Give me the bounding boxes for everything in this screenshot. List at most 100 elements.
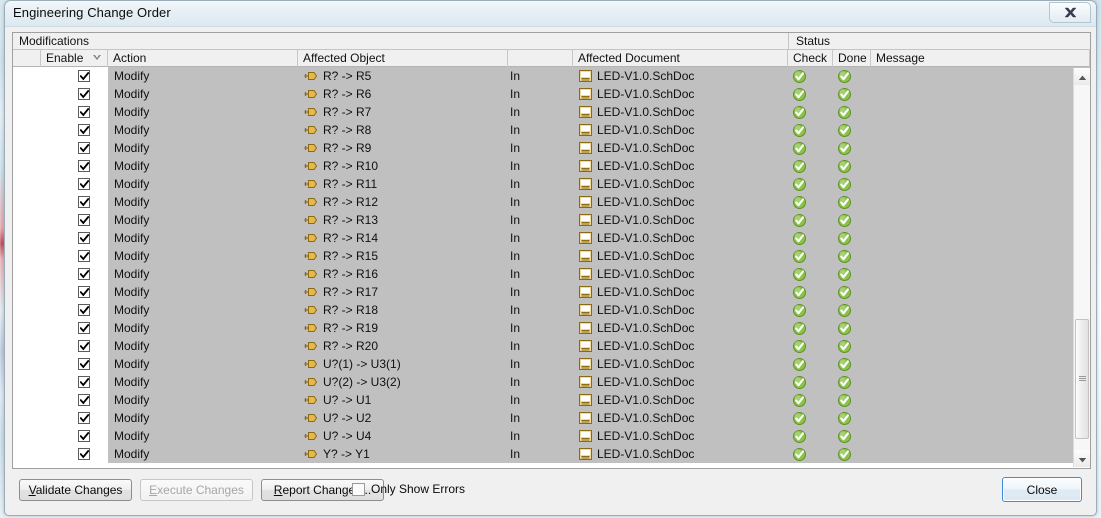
row-enable-cell[interactable] bbox=[41, 409, 108, 427]
row-affected-object-cell: U?(2) -> U3(2) bbox=[298, 373, 508, 391]
done-ok-icon bbox=[838, 249, 851, 263]
row-action-cell: Modify bbox=[108, 103, 298, 121]
row-enable-cell[interactable] bbox=[41, 211, 108, 229]
table-row[interactable]: Modify R? -> R13 In LED-V1.0.SchDoc bbox=[13, 211, 1090, 229]
row-enable-checkbox[interactable] bbox=[78, 178, 90, 190]
table-row[interactable]: Modify R? -> R9 In LED-V1.0.SchDoc bbox=[13, 139, 1090, 157]
row-enable-cell[interactable] bbox=[41, 139, 108, 157]
grip-icon bbox=[1078, 375, 1086, 382]
row-check-cell bbox=[788, 355, 833, 373]
column-header-check[interactable]: Check bbox=[788, 50, 833, 67]
row-enable-cell[interactable] bbox=[41, 265, 108, 283]
row-enable-cell[interactable] bbox=[41, 301, 108, 319]
row-check-cell bbox=[788, 337, 833, 355]
row-enable-checkbox[interactable] bbox=[78, 214, 90, 226]
table-row[interactable]: Modify U? -> U2 In LED-V1.0.SchDoc bbox=[13, 409, 1090, 427]
dialog-footer: Validate Changes Execute Changes Report … bbox=[12, 474, 1089, 518]
row-enable-cell[interactable] bbox=[41, 319, 108, 337]
vertical-scrollbar[interactable] bbox=[1073, 68, 1090, 467]
row-enable-checkbox[interactable] bbox=[78, 358, 90, 370]
window-close-button[interactable] bbox=[1049, 2, 1091, 23]
row-enable-cell[interactable] bbox=[41, 427, 108, 445]
table-row[interactable]: Modify R? -> R15 In LED-V1.0.SchDoc bbox=[13, 247, 1090, 265]
row-enable-checkbox[interactable] bbox=[78, 88, 90, 100]
only-show-errors-checkbox[interactable]: Only Show Errors bbox=[352, 482, 465, 496]
table-row[interactable]: Modify R? -> R19 In LED-V1.0.SchDoc bbox=[13, 319, 1090, 337]
column-header-message[interactable]: Message bbox=[871, 50, 1090, 67]
row-enable-checkbox[interactable] bbox=[78, 196, 90, 208]
row-enable-cell[interactable] bbox=[41, 229, 108, 247]
column-header-enable[interactable]: Enable bbox=[41, 50, 108, 67]
row-enable-checkbox[interactable] bbox=[78, 160, 90, 172]
row-enable-cell[interactable] bbox=[41, 175, 108, 193]
table-row[interactable]: Modify R? -> R7 In LED-V1.0.SchDoc bbox=[13, 103, 1090, 121]
row-check-cell bbox=[788, 85, 833, 103]
table-row[interactable]: Modify R? -> R20 In LED-V1.0.SchDoc bbox=[13, 337, 1090, 355]
scroll-up-button[interactable] bbox=[1074, 68, 1090, 85]
row-enable-cell[interactable] bbox=[41, 121, 108, 139]
row-enable-cell[interactable] bbox=[41, 355, 108, 373]
row-enable-checkbox[interactable] bbox=[78, 124, 90, 136]
table-row[interactable]: Modify U? -> U1 In LED-V1.0.SchDoc bbox=[13, 391, 1090, 409]
row-affected-document-cell: LED-V1.0.SchDoc bbox=[573, 121, 788, 139]
check-ok-icon bbox=[793, 249, 806, 263]
row-enable-checkbox[interactable] bbox=[78, 304, 90, 316]
table-row[interactable]: Modify U? -> U4 In LED-V1.0.SchDoc bbox=[13, 427, 1090, 445]
row-enable-checkbox[interactable] bbox=[78, 430, 90, 442]
row-enable-cell[interactable] bbox=[41, 193, 108, 211]
row-enable-checkbox[interactable] bbox=[78, 268, 90, 280]
table-row[interactable]: Modify R? -> R6 In LED-V1.0.SchDoc bbox=[13, 85, 1090, 103]
done-ok-icon bbox=[838, 339, 851, 353]
row-handle-cell bbox=[13, 373, 41, 391]
row-enable-checkbox[interactable] bbox=[78, 376, 90, 388]
validate-changes-button[interactable]: Validate Changes bbox=[19, 479, 132, 501]
column-header-action[interactable]: Action bbox=[108, 50, 298, 67]
table-row[interactable]: Modify U?(1) -> U3(1) In LED-V1.0.SchDoc bbox=[13, 355, 1090, 373]
row-enable-checkbox[interactable] bbox=[78, 394, 90, 406]
row-enable-checkbox[interactable] bbox=[78, 106, 90, 118]
row-enable-cell[interactable] bbox=[41, 247, 108, 265]
row-enable-cell[interactable] bbox=[41, 283, 108, 301]
row-enable-checkbox[interactable] bbox=[78, 448, 90, 460]
column-header-done[interactable]: Done bbox=[833, 50, 871, 67]
row-enable-checkbox[interactable] bbox=[78, 286, 90, 298]
table-row[interactable]: Modify R? -> R10 In LED-V1.0.SchDoc bbox=[13, 157, 1090, 175]
row-message-cell bbox=[871, 193, 1090, 211]
row-enable-cell[interactable] bbox=[41, 103, 108, 121]
row-check-cell bbox=[788, 67, 833, 85]
row-enable-checkbox[interactable] bbox=[78, 232, 90, 244]
row-enable-checkbox[interactable] bbox=[78, 412, 90, 424]
table-row[interactable]: Modify R? -> R5 In LED-V1.0.SchDoc bbox=[13, 67, 1090, 85]
row-enable-checkbox[interactable] bbox=[78, 250, 90, 262]
row-enable-cell[interactable] bbox=[41, 337, 108, 355]
table-row[interactable]: Modify R? -> R8 In LED-V1.0.SchDoc bbox=[13, 121, 1090, 139]
table-row[interactable]: Modify R? -> R18 In LED-V1.0.SchDoc bbox=[13, 301, 1090, 319]
table-row[interactable]: Modify Y? -> Y1 In LED-V1.0.SchDoc bbox=[13, 445, 1090, 463]
scrollbar-track[interactable] bbox=[1074, 85, 1090, 450]
row-enable-checkbox[interactable] bbox=[78, 322, 90, 334]
column-header-affected-document[interactable]: Affected Document bbox=[573, 50, 788, 67]
scrollbar-thumb[interactable] bbox=[1075, 318, 1089, 440]
row-enable-cell[interactable] bbox=[41, 373, 108, 391]
table-row[interactable]: Modify R? -> R11 In LED-V1.0.SchDoc bbox=[13, 175, 1090, 193]
row-enable-cell[interactable] bbox=[41, 67, 108, 85]
row-enable-cell[interactable] bbox=[41, 157, 108, 175]
row-enable-cell[interactable] bbox=[41, 85, 108, 103]
row-action-cell: Modify bbox=[108, 445, 298, 463]
row-enable-checkbox[interactable] bbox=[78, 70, 90, 82]
table-row[interactable]: Modify U?(2) -> U3(2) In LED-V1.0.SchDoc bbox=[13, 373, 1090, 391]
column-header-affected-object[interactable]: Affected Object bbox=[298, 50, 508, 67]
done-ok-icon bbox=[838, 123, 851, 137]
row-enable-cell[interactable] bbox=[41, 445, 108, 463]
table-row[interactable]: Modify R? -> R17 In LED-V1.0.SchDoc bbox=[13, 283, 1090, 301]
close-button[interactable]: Close bbox=[1002, 477, 1082, 502]
column-header-direction[interactable] bbox=[508, 50, 573, 67]
scroll-down-button[interactable] bbox=[1074, 450, 1090, 467]
column-header-blank[interactable] bbox=[13, 50, 41, 67]
row-enable-checkbox[interactable] bbox=[78, 142, 90, 154]
row-enable-checkbox[interactable] bbox=[78, 340, 90, 352]
table-row[interactable]: Modify R? -> R14 In LED-V1.0.SchDoc bbox=[13, 229, 1090, 247]
row-enable-cell[interactable] bbox=[41, 391, 108, 409]
table-row[interactable]: Modify R? -> R16 In LED-V1.0.SchDoc bbox=[13, 265, 1090, 283]
table-row[interactable]: Modify R? -> R12 In LED-V1.0.SchDoc bbox=[13, 193, 1090, 211]
